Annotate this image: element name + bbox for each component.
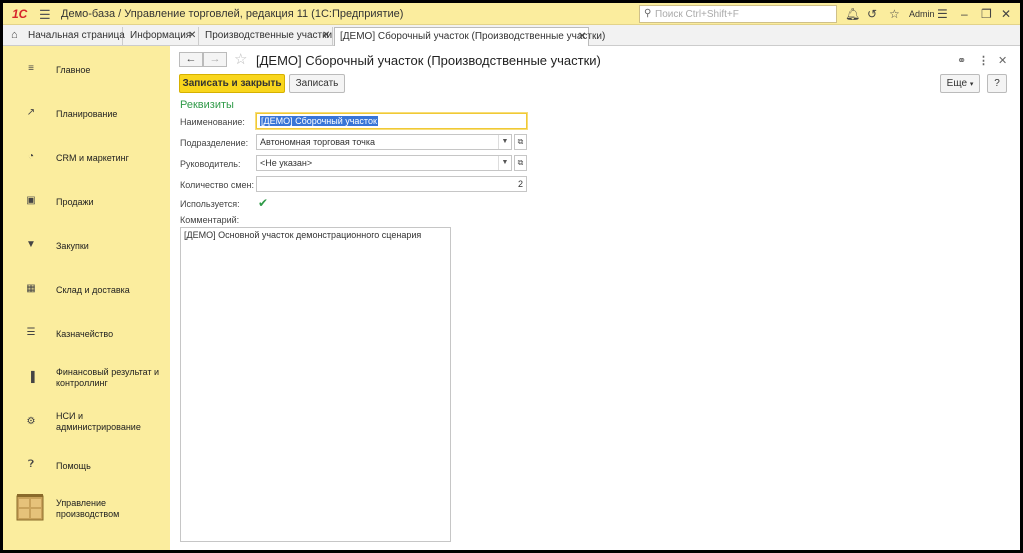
gear-icon: ⚙ <box>26 416 36 427</box>
coins-icon: ☰ <box>26 327 36 338</box>
sidebar-item-label: Помощь <box>56 461 91 471</box>
close-tab-icon[interactable]: ✕ <box>322 30 330 41</box>
sidebar-item-label: CRM и маркетинг <box>56 153 129 163</box>
history-icon[interactable]: ↺ <box>867 7 877 21</box>
sidebar-item-purchases[interactable]: ▼ Закупки <box>3 231 170 261</box>
briefcase-icon: ▣ <box>26 195 36 206</box>
restore-icon[interactable]: ❐ <box>981 7 992 21</box>
page-title: [ДЕМО] Сборочный участок (Производственн… <box>256 53 601 68</box>
shifts-field[interactable]: 2 <box>256 176 527 192</box>
tab-information[interactable]: Информация ✕ <box>124 27 199 46</box>
bell-icon[interactable]: 🔔︎ <box>845 7 860 21</box>
close-form-icon[interactable]: ✕ <box>998 54 1007 67</box>
sidebar-item-label: НСИ и администрирование <box>56 411 141 432</box>
tab-production-sites[interactable]: Производственные участки ✕ <box>200 27 333 46</box>
chevron-down-icon[interactable]: ▼ <box>498 156 511 170</box>
sidebar-item-treasury[interactable]: ☰ Казначейство <box>3 319 170 349</box>
chevron-down-icon: ▾ <box>969 81 974 88</box>
main-menu-icon[interactable]: ☰ <box>39 7 51 23</box>
title-bar: 1С ☰ Демо-база / Управление торговлей, р… <box>3 3 1020 25</box>
sections-sidebar: ≡ Главное ↗ Планирование ◔ CRM и маркети… <box>3 46 170 550</box>
comment-textarea[interactable]: [ДЕМО] Основной участок демонстрационног… <box>180 227 451 542</box>
warehouse-icon: ▦ <box>26 283 36 294</box>
pie-chart-icon: ◔ <box>27 151 35 162</box>
sidebar-item-help[interactable]: ❓︎ Помощь <box>3 451 170 481</box>
favorites-star-icon[interactable]: ☆ <box>889 7 900 21</box>
sidebar-item-label: Планирование <box>56 109 118 119</box>
sidebar-item-label: Казначейство <box>56 329 114 339</box>
division-field[interactable]: Автономная торговая точка ▼ <box>256 134 512 150</box>
sidebar-item-label: Закупки <box>56 241 89 251</box>
name-field[interactable]: [ДЕМО] Сборочный участок <box>256 113 527 129</box>
link-icon[interactable]: ⚭ <box>957 54 966 67</box>
minimize-icon[interactable]: – <box>961 7 968 21</box>
sidebar-item-production[interactable]: Управление производством <box>3 492 170 526</box>
open-division-button[interactable]: ⧉ <box>514 134 527 150</box>
app-logo: 1С <box>12 7 28 21</box>
close-tab-icon[interactable]: ✕ <box>188 30 196 41</box>
sidebar-item-sales[interactable]: ▣ Продажи <box>3 187 170 217</box>
manager-label: Руководитель: <box>180 159 241 169</box>
division-label: Подразделение: <box>180 138 249 148</box>
close-tab-icon[interactable]: ✕ <box>578 31 586 42</box>
tab-label: Производственные участки <box>205 30 333 41</box>
sidebar-item-label: Склад и доставка <box>56 285 130 295</box>
tab-label: Информация <box>130 30 192 41</box>
back-button[interactable]: ← <box>179 52 203 67</box>
current-user[interactable]: Admin <box>909 9 935 19</box>
form-area: ← → ☆ [ДЕМО] Сборочный участок (Производ… <box>170 46 1020 550</box>
window-title: Демо-база / Управление торговлей, редакц… <box>61 8 404 20</box>
save-and-close-button[interactable]: Записать и закрыть <box>179 74 285 93</box>
home-icon: ⌂ <box>11 29 18 41</box>
settings-menu-icon[interactable]: ☰ <box>937 7 948 21</box>
used-label: Используется: <box>180 199 240 209</box>
planning-icon: ↗ <box>26 107 36 118</box>
shifts-label: Количество смен: <box>180 180 254 190</box>
more-actions-icon[interactable]: ⋮ <box>978 54 989 67</box>
sidebar-item-label: Продажи <box>56 197 94 207</box>
more-button-label: Еще <box>946 78 968 89</box>
tabs-bar: ⌂ Начальная страница Информация ✕ Произв… <box>3 25 1020 46</box>
name-field-value: [ДЕМО] Сборочный участок <box>260 116 378 126</box>
sidebar-item-label: Управление производством <box>56 498 120 519</box>
manager-field[interactable]: <Не указан> ▼ <box>256 155 512 171</box>
more-button[interactable]: Еще ▾ <box>940 74 980 93</box>
cart-icon: ▼ <box>26 239 36 250</box>
sidebar-item-label: Финансовый результат и контроллинг <box>56 367 160 388</box>
menu-icon: ≡ <box>28 63 34 74</box>
favorite-star-icon[interactable]: ☆ <box>234 50 247 68</box>
help-button[interactable]: ? <box>987 74 1007 93</box>
sidebar-item-warehouse[interactable]: ▦ Склад и доставка <box>3 275 170 305</box>
search-icon: ⚲ <box>644 8 652 19</box>
global-search[interactable]: ⚲ <box>639 5 837 23</box>
app-window: 1С ☰ Демо-база / Управление торговлей, р… <box>3 3 1020 550</box>
used-checkbox[interactable]: ✔ <box>258 197 270 209</box>
open-manager-button[interactable]: ⧉ <box>514 155 527 171</box>
division-field-value: Автономная торговая точка <box>260 137 375 147</box>
name-label: Наименование: <box>180 117 245 127</box>
sidebar-item-label: Главное <box>56 65 91 75</box>
help-icon: ❓︎ <box>27 459 34 470</box>
close-window-icon[interactable]: ✕ <box>1001 7 1011 21</box>
sidebar-item-admin[interactable]: ⚙ НСИ и администрирование <box>3 406 170 436</box>
sidebar-item-planning[interactable]: ↗ Планирование <box>3 99 170 129</box>
comment-label: Комментарий: <box>180 215 240 225</box>
sidebar-item-crm[interactable]: ◔ CRM и маркетинг <box>3 143 170 173</box>
tab-assembly-site[interactable]: [ДЕМО] Сборочный участок (Производственн… <box>334 27 605 46</box>
bar-chart-icon: ▐ <box>27 372 35 383</box>
tab-label: [ДЕМО] Сборочный участок (Производственн… <box>340 31 606 42</box>
forward-button[interactable]: → <box>203 52 227 67</box>
group-title: Реквизиты <box>180 99 234 111</box>
chevron-down-icon[interactable]: ▼ <box>498 135 511 149</box>
shifts-field-value: 2 <box>517 179 523 189</box>
manager-field-value: <Не указан> <box>260 158 313 168</box>
production-icon <box>16 494 44 521</box>
sidebar-item-main[interactable]: ≡ Главное <box>3 55 170 85</box>
search-input[interactable] <box>655 7 830 21</box>
tab-label: Начальная страница <box>28 30 125 41</box>
tab-home[interactable]: ⌂ Начальная страница <box>3 27 125 46</box>
save-button[interactable]: Записать <box>289 74 345 93</box>
sidebar-item-finance[interactable]: ▐ Финансовый результат и контроллинг <box>3 362 170 392</box>
